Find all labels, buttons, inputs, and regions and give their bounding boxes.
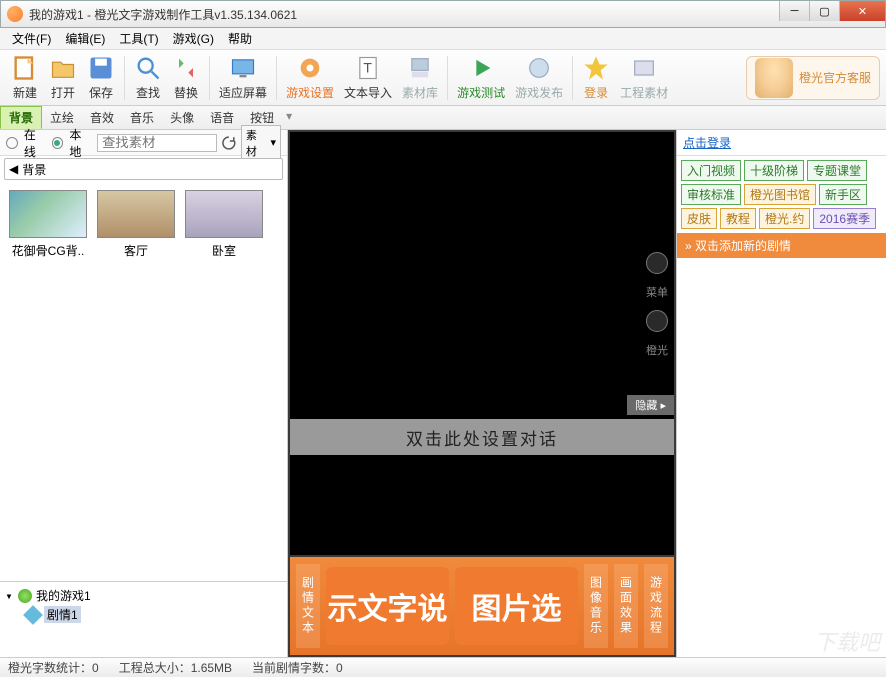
back-icon[interactable]: ◀ bbox=[9, 162, 18, 176]
status-scene-words: 当前剧情字数：0 bbox=[252, 659, 343, 676]
menu-tools[interactable]: 工具(T) bbox=[113, 28, 164, 49]
help-tags: 入门视频 十级阶梯 专题课堂 审核标准 橙光图书馆 新手区 皮肤 教程 橙光.约… bbox=[677, 156, 886, 233]
tb-login[interactable]: 登录 bbox=[577, 52, 615, 103]
thumb-image bbox=[97, 190, 175, 238]
svg-text:T: T bbox=[363, 60, 372, 76]
asset-tabs: 背景 立绘 音效 音乐 头像 语音 按钮 ▾ bbox=[0, 106, 886, 130]
scene-icon bbox=[23, 605, 43, 625]
tb-save[interactable]: 保存 bbox=[82, 52, 120, 103]
chevron-down-icon: ▾ bbox=[270, 136, 276, 149]
minimize-button[interactable]: ─ bbox=[779, 1, 809, 21]
right-pane: 点击登录 入门视频 十级阶梯 专题课堂 审核标准 橙光图书馆 新手区 皮肤 教程… bbox=[676, 130, 886, 657]
text-display-button[interactable]: 示文字说 bbox=[326, 567, 449, 645]
tab-more-icon[interactable]: ▾ bbox=[282, 106, 296, 129]
right-empty bbox=[677, 258, 886, 657]
game-preview[interactable]: 菜单 橙光 隐藏 ▸ 双击此处设置对话 bbox=[290, 132, 674, 555]
close-button[interactable]: ✕ bbox=[839, 1, 885, 21]
tab-music[interactable]: 音乐 bbox=[122, 106, 162, 129]
col-effect[interactable]: 画面效果 bbox=[614, 564, 638, 648]
radio-local-label: 本地 bbox=[69, 126, 93, 160]
menu-icon[interactable] bbox=[646, 252, 668, 274]
tb-game-test[interactable]: 游戏测试 bbox=[452, 52, 510, 103]
col-media[interactable]: 图像音乐 bbox=[584, 564, 608, 648]
tb-replace[interactable]: 替换 bbox=[167, 52, 205, 103]
titlebar: 我的游戏1 - 橙光文字游戏制作工具v1.35.134.0621 ─ ▢ ✕ bbox=[0, 0, 886, 28]
cg-label: 橙光 bbox=[646, 342, 668, 358]
thumb-image bbox=[185, 190, 263, 238]
hide-button[interactable]: 隐藏 ▸ bbox=[627, 395, 674, 415]
tree-child[interactable]: 剧情1 bbox=[4, 605, 283, 624]
menu-edit[interactable]: 编辑(E) bbox=[59, 28, 111, 49]
thumb-item[interactable]: 花御骨CG背.. bbox=[8, 190, 88, 259]
tag-tutorial[interactable]: 教程 bbox=[720, 208, 756, 229]
login-link[interactable]: 点击登录 bbox=[677, 130, 886, 156]
menu-file[interactable]: 文件(F) bbox=[6, 28, 57, 49]
search-input[interactable] bbox=[97, 134, 217, 152]
statusbar: 橙光字数统计：0 工程总大小：1.65MB 当前剧情字数：0 bbox=[0, 657, 886, 677]
tag-review-std[interactable]: 审核标准 bbox=[681, 184, 741, 205]
dialog-placeholder[interactable]: 双击此处设置对话 bbox=[290, 419, 674, 455]
tag-2016-season[interactable]: 2016赛季 bbox=[813, 208, 876, 229]
tag-skin[interactable]: 皮肤 bbox=[681, 208, 717, 229]
col-script[interactable]: 剧情文本 bbox=[296, 564, 320, 648]
col-flow[interactable]: 游戏流程 bbox=[644, 564, 668, 648]
tab-voice[interactable]: 语音 bbox=[202, 106, 242, 129]
radio-online[interactable] bbox=[6, 137, 18, 149]
crumb-label: 背景 bbox=[22, 161, 46, 178]
status-size: 工程总大小：1.65MB bbox=[119, 659, 232, 676]
tb-find[interactable]: 查找 bbox=[129, 52, 167, 103]
bottom-panel: 剧情文本 示文字说 图片选 图像音乐 画面效果 游戏流程 bbox=[290, 557, 674, 655]
menu-help[interactable]: 帮助 bbox=[222, 28, 258, 49]
breadcrumb[interactable]: ◀ 背景 bbox=[4, 158, 283, 180]
refresh-icon[interactable] bbox=[221, 135, 237, 151]
add-plot-bar[interactable]: » 双击添加新的剧情 bbox=[677, 233, 886, 258]
tree-root[interactable]: ▾我的游戏1 bbox=[4, 586, 283, 605]
menubar: 文件(F) 编辑(E) 工具(T) 游戏(G) 帮助 bbox=[0, 28, 886, 50]
tag-yue[interactable]: 橙光.约 bbox=[759, 208, 810, 229]
tb-open[interactable]: 打开 bbox=[44, 52, 82, 103]
window-title: 我的游戏1 - 橙光文字游戏制作工具v1.35.134.0621 bbox=[29, 6, 297, 23]
image-select-button[interactable]: 图片选 bbox=[455, 567, 578, 645]
left-pane: 在线 本地 素材▾ ◀ 背景 花御骨CG背.. 客厅 卧室 ▾我的游戏1 剧情1 bbox=[0, 130, 288, 657]
tb-game-settings[interactable]: 游戏设置 bbox=[281, 52, 339, 103]
menu-game[interactable]: 游戏(G) bbox=[167, 28, 220, 49]
menu-label: 菜单 bbox=[646, 284, 668, 300]
tb-publish[interactable]: 游戏发布 bbox=[510, 52, 568, 103]
toolbar: 新建 打开 保存 查找 替换 适应屏幕 游戏设置 T文本导入 素材库 游戏测试 … bbox=[0, 50, 886, 106]
app-icon bbox=[7, 6, 23, 22]
status-wordcount: 橙光字数统计：0 bbox=[8, 659, 99, 676]
tb-assets[interactable]: 素材库 bbox=[397, 52, 443, 103]
tb-text-import[interactable]: T文本导入 bbox=[339, 52, 397, 103]
tb-project-assets[interactable]: 工程素材 bbox=[615, 52, 673, 103]
thumb-item[interactable]: 卧室 bbox=[184, 190, 264, 259]
project-tree: ▾我的游戏1 剧情1 bbox=[0, 581, 287, 657]
cg-icon[interactable] bbox=[646, 310, 668, 332]
customer-service[interactable]: 橙光官方客服 bbox=[746, 56, 880, 100]
tag-ten-level[interactable]: 十级阶梯 bbox=[744, 160, 804, 181]
radio-local[interactable] bbox=[52, 137, 64, 149]
asset-search-row: 在线 本地 素材▾ bbox=[0, 130, 287, 156]
cs-avatar-icon bbox=[755, 58, 793, 98]
cs-label: 橙光官方客服 bbox=[799, 69, 871, 86]
maximize-button[interactable]: ▢ bbox=[809, 1, 839, 21]
thumb-image bbox=[9, 190, 87, 238]
tb-fit-screen[interactable]: 适应屏幕 bbox=[214, 52, 272, 103]
main-area: 在线 本地 素材▾ ◀ 背景 花御骨CG背.. 客厅 卧室 ▾我的游戏1 剧情1… bbox=[0, 130, 886, 657]
tag-newbie[interactable]: 新手区 bbox=[819, 184, 867, 205]
tb-new[interactable]: 新建 bbox=[6, 52, 44, 103]
thumb-item[interactable]: 客厅 bbox=[96, 190, 176, 259]
tag-library[interactable]: 橙光图书馆 bbox=[744, 184, 816, 205]
thumbnail-grid: 花御骨CG背.. 客厅 卧室 bbox=[0, 182, 287, 581]
tab-avatar[interactable]: 头像 bbox=[162, 106, 202, 129]
tag-intro-video[interactable]: 入门视频 bbox=[681, 160, 741, 181]
tag-topic-class[interactable]: 专题课堂 bbox=[807, 160, 867, 181]
radio-online-label: 在线 bbox=[24, 126, 48, 160]
project-icon bbox=[18, 589, 32, 603]
center-pane: 菜单 橙光 隐藏 ▸ 双击此处设置对话 剧情文本 示文字说 图片选 图像音乐 画… bbox=[288, 130, 676, 657]
asset-type-dropdown[interactable]: 素材▾ bbox=[241, 125, 281, 161]
